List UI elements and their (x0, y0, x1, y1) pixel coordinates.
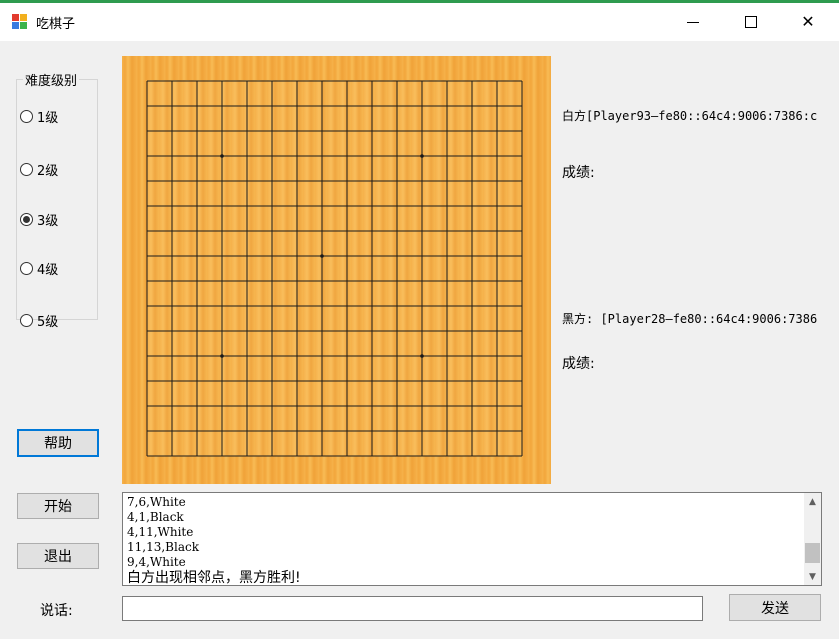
star-point (320, 254, 324, 258)
log-line: 7,6,White (127, 495, 186, 509)
star-point (220, 154, 224, 158)
send-button[interactable]: 发送 (729, 594, 821, 621)
log-line: 11,13,Black (127, 540, 199, 554)
star-point (420, 154, 424, 158)
white-score-label: 成绩: (562, 165, 595, 181)
log-line: 4,1,Black (127, 510, 184, 524)
log-line: 4,11,White (127, 525, 194, 539)
chat-input[interactable] (122, 596, 703, 621)
white-player-label: 白方[Player93—fe80::64c4:9006:7386:c (562, 109, 818, 123)
log-scrollbar[interactable]: ▲ ▼ (804, 493, 821, 585)
move-log-lines: 7,6,White 4,1,Black 4,11,White 11,13,Bla… (127, 495, 301, 586)
scroll-down-icon[interactable]: ▼ (804, 568, 821, 585)
scroll-thumb[interactable] (805, 543, 820, 563)
log-line: 9,4,White (127, 555, 186, 569)
game-result-line: 白方出现相邻点，黑方胜利! (127, 570, 301, 586)
star-point (420, 354, 424, 358)
scroll-up-icon[interactable]: ▲ (804, 493, 821, 510)
black-score-label: 成绩: (562, 356, 595, 372)
star-point (220, 354, 224, 358)
chat-label: 说话: (40, 603, 73, 619)
black-player-label: 黑方: [Player28—fe80::64c4:9006:7386 (562, 312, 818, 326)
move-log[interactable]: 7,6,White 4,1,Black 4,11,White 11,13,Bla… (122, 492, 822, 586)
